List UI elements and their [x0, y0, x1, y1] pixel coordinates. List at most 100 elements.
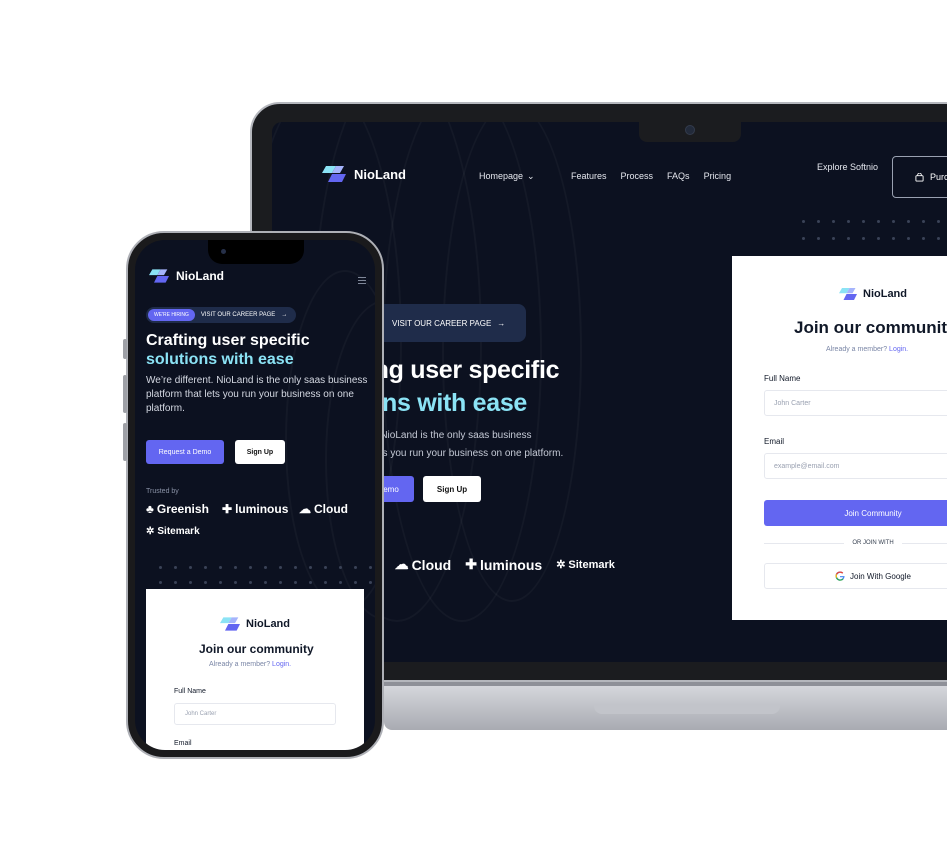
nav-homepage[interactable]: Homepage ⌄	[479, 171, 535, 182]
career-label: VISIT OUR CAREER PAGE	[392, 318, 492, 328]
brand-cloud-label: Cloud	[411, 556, 452, 573]
dot	[847, 220, 850, 223]
login-link[interactable]: Login.	[272, 661, 291, 668]
dot	[937, 237, 940, 240]
dot	[339, 566, 342, 569]
phone-mockup: NioLand WE'RE HIRING VISIT OUR CAREER PA…	[123, 231, 384, 759]
dot	[832, 237, 835, 240]
laptop-hinge	[384, 682, 947, 686]
dot	[937, 220, 940, 223]
dot	[817, 220, 820, 223]
request-demo-button[interactable]: Request a Demo	[146, 440, 224, 464]
trusted-brands: n ☁Cloud ✚luminous ✲Sitemark	[372, 556, 615, 573]
brand-cloud: ☁ Cloud	[395, 556, 452, 573]
mobile-website: NioLand WE'RE HIRING VISIT OUR CAREER PA…	[135, 240, 375, 750]
hero-subtitle: t. NioLand is the only saas business let…	[372, 427, 563, 463]
already-member: Already a member? Login.	[209, 661, 291, 668]
dot	[354, 566, 357, 569]
brand-cloud-label: Cloud	[314, 502, 348, 516]
email-input[interactable]: example@email.com	[764, 453, 947, 479]
mobile-signup-card: NioLand Join our community Already a mem…	[146, 589, 364, 750]
or-join-text: OR JOIN WITH	[852, 540, 894, 546]
dot	[174, 566, 177, 569]
chevron-down-icon: ⌄	[527, 171, 535, 181]
nav-link-process[interactable]: Process	[621, 171, 654, 181]
full-name-input[interactable]: John Carter	[174, 703, 336, 725]
google-signin-button[interactable]: Join With Google	[764, 563, 947, 589]
google-button-label: Join With Google	[850, 571, 911, 581]
full-name-input[interactable]: John Carter	[764, 390, 947, 416]
hero-subtitle-line2: lets you run your business on one platfo…	[372, 448, 564, 459]
dot	[309, 581, 312, 584]
dot	[204, 581, 207, 584]
join-title: Join our community	[794, 318, 947, 337]
signup-card: NioLand Join our community Already a mem…	[732, 256, 947, 620]
laptop-base	[384, 682, 947, 730]
already-member-text: Already a member?	[826, 346, 888, 353]
explore-link[interactable]: Explore Softnio	[817, 162, 878, 172]
google-icon	[835, 571, 845, 581]
mobile-logo-text: NioLand	[176, 269, 224, 283]
laptop-lip	[594, 704, 780, 714]
phone-side-button	[123, 375, 127, 413]
dot	[877, 237, 880, 240]
brand-greenish-label: Greenish	[156, 502, 209, 516]
dot	[189, 581, 192, 584]
dot	[174, 581, 177, 584]
hamburger-menu-icon[interactable]	[358, 277, 366, 286]
brand-luminous: ✚ luminous	[465, 556, 542, 573]
phone-side-button	[123, 423, 127, 461]
join-title: Join our community	[199, 642, 314, 656]
mobile-hero-headline: Crafting user specific solutions with ea…	[146, 331, 310, 369]
dot	[862, 237, 865, 240]
dot	[159, 566, 162, 569]
nav-link-faqs[interactable]: FAQs	[667, 171, 690, 181]
arrow-right-icon: →	[281, 312, 288, 318]
sign-up-button[interactable]: Sign Up	[235, 440, 285, 464]
dot	[369, 581, 372, 584]
dot	[234, 581, 237, 584]
join-community-button[interactable]: Join Community	[764, 500, 947, 526]
purchase-button[interactable]: Purc	[892, 156, 947, 198]
nioland-logo-icon	[220, 617, 240, 631]
arrow-right-icon: →	[497, 318, 506, 328]
mobile-career-badge[interactable]: WE'RE HIRING VISIT OUR CAREER PAGE →	[146, 307, 296, 323]
dot	[354, 581, 357, 584]
email-label: Email	[174, 740, 192, 747]
dot	[249, 566, 252, 569]
nav-link-features[interactable]: Features	[571, 171, 607, 181]
cloud-icon: ☁	[299, 502, 311, 516]
divider-line	[764, 542, 845, 544]
dot	[189, 566, 192, 569]
divider-line	[901, 542, 947, 544]
career-page-link[interactable]: VISIT OUR CAREER PAGE →	[372, 304, 526, 342]
dot	[279, 581, 282, 584]
cloud-icon: ☁	[394, 556, 409, 572]
career-link-label: VISIT OUR CAREER PAGE	[200, 312, 276, 318]
brand-sitemark-label: Sitemark	[568, 558, 615, 571]
nioland-logo-icon	[839, 288, 857, 300]
dot	[294, 581, 297, 584]
dot	[219, 566, 222, 569]
dot	[369, 566, 372, 569]
dot	[324, 581, 327, 584]
dot	[922, 220, 925, 223]
dot	[204, 566, 207, 569]
card-logo: NioLand	[839, 288, 907, 300]
dot	[234, 566, 237, 569]
site-logo[interactable]: NioLand	[322, 166, 406, 182]
greenish-icon: ♣	[146, 502, 154, 516]
sitemark-icon: ✲	[146, 526, 155, 537]
card-logo-text: NioLand	[246, 618, 290, 630]
dot	[294, 566, 297, 569]
dot	[817, 237, 820, 240]
brand-sitemark-label: Sitemark	[157, 526, 200, 537]
mobile-logo[interactable]: NioLand	[149, 269, 224, 283]
brand-luminous-label: luminous	[235, 502, 289, 516]
hero-headline: ing user specific ons with ease	[367, 354, 560, 420]
mobile-headline-line2: solutions with ease	[146, 351, 294, 368]
login-link[interactable]: Login.	[889, 346, 908, 353]
main-nav: Features Process FAQs Pricing	[571, 171, 731, 181]
sign-up-button[interactable]: Sign Up	[423, 476, 481, 502]
nav-link-pricing[interactable]: Pricing	[704, 171, 732, 181]
